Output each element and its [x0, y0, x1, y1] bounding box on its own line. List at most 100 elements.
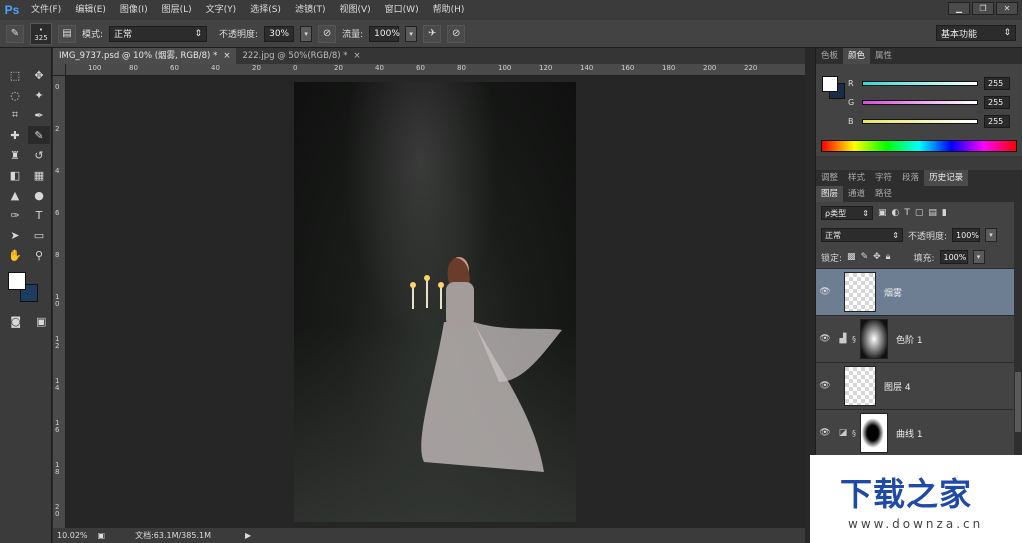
eye-icon[interactable]: 👁︎ [816, 287, 834, 297]
layer-curves[interactable]: 👁︎ ◪ § 曲线 1 [816, 409, 1022, 456]
layer-4[interactable]: 👁︎ 图层 4 [816, 362, 1022, 409]
lock-position-icon[interactable]: ✥ [873, 252, 881, 262]
menu-select[interactable]: 选择(S) [243, 0, 288, 20]
panel-foreground-color[interactable] [822, 76, 838, 92]
link-icon[interactable]: § [852, 429, 860, 438]
healing-brush-icon[interactable]: ✚ [4, 126, 26, 144]
minimize-button[interactable]: ▁ [948, 2, 970, 15]
workspace-select[interactable]: 基本功能 ⇕ [936, 25, 1016, 41]
blend-mode-select[interactable]: 正常 ⇕ [821, 228, 903, 242]
move-tool-icon[interactable]: ✥ [28, 66, 50, 84]
red-track[interactable] [862, 80, 978, 86]
slider-green[interactable]: G 255 [848, 95, 1018, 109]
opacity-field[interactable]: 30% [264, 25, 295, 42]
brush-preset-picker[interactable]: • 325 [30, 22, 52, 45]
status-toggle-icon[interactable]: ▣ [98, 531, 106, 540]
zoom-tool-icon[interactable]: ⚲ [28, 246, 50, 264]
doc-tab-222[interactable]: 222.jpg @ 50%(RGB/8) * × [236, 48, 367, 64]
mode-select[interactable]: 正常 ⇕ [109, 25, 208, 42]
tab-layers[interactable]: 图层 [816, 186, 844, 202]
magic-wand-icon[interactable]: ✦ [28, 86, 50, 104]
foreground-color[interactable] [8, 272, 26, 290]
screen-mode-icon[interactable]: ▣ [32, 312, 52, 330]
close-icon[interactable]: × [354, 48, 361, 64]
eraser-icon[interactable]: ◧ [4, 166, 26, 184]
slider-red[interactable]: R 255 [848, 76, 1018, 90]
path-select-icon[interactable]: ➤ [4, 226, 26, 244]
tab-character[interactable]: 字符 [870, 170, 897, 186]
tab-adjustments[interactable]: 调整 [816, 170, 843, 186]
eye-icon[interactable]: 👁︎ [816, 381, 834, 391]
crop-tool-icon[interactable]: ⌗ [4, 106, 26, 124]
tab-channels[interactable]: 通道 [843, 186, 870, 202]
green-value[interactable]: 255 [984, 95, 1010, 109]
rectangle-tool-icon[interactable]: ▭ [28, 226, 50, 244]
tab-paragraph[interactable]: 段落 [897, 170, 924, 186]
menu-file[interactable]: 文件(F) [24, 0, 68, 20]
close-button[interactable]: ✕ [996, 2, 1018, 15]
menu-type[interactable]: 文字(Y) [199, 0, 244, 20]
lock-transparent-icon[interactable]: ▩ [847, 252, 856, 262]
zoom-level[interactable]: 10.02% [57, 531, 88, 540]
type-filter-icon[interactable]: T [904, 208, 910, 218]
history-brush-icon[interactable]: ↺ [28, 146, 50, 164]
layers-scroll-thumb[interactable] [1015, 372, 1021, 432]
pressure-size-icon[interactable]: ⊘ [447, 24, 466, 43]
canvas-area[interactable] [66, 76, 805, 528]
opacity-dropdown-icon[interactable]: ▾ [300, 25, 313, 42]
eye-icon[interactable]: 👁︎ [816, 334, 834, 344]
type-tool-icon[interactable]: T [28, 206, 50, 224]
status-menu-arrow-icon[interactable]: ▶ [245, 531, 251, 540]
tab-styles[interactable]: 样式 [843, 170, 870, 186]
lock-pixels-icon[interactable]: ✎ [861, 252, 869, 262]
tab-properties[interactable]: 属性 [870, 48, 897, 64]
brush-panel-icon[interactable]: ▤ [58, 24, 76, 43]
gradient-icon[interactable]: ▦ [28, 166, 50, 184]
document-image[interactable] [294, 82, 576, 522]
restore-button[interactable]: ❐ [972, 2, 994, 15]
blur-tool-icon[interactable]: ▲ [4, 186, 26, 204]
menu-help[interactable]: 帮助(H) [426, 0, 472, 20]
lock-all-icon[interactable]: 🔒︎ [886, 252, 891, 262]
dodge-tool-icon[interactable]: ● [28, 186, 50, 204]
pen-tool-icon[interactable]: ✑ [4, 206, 26, 224]
tab-paths[interactable]: 路径 [870, 186, 897, 202]
menu-window[interactable]: 窗口(W) [378, 0, 426, 20]
layer-levels[interactable]: 👁︎ ▟ § 色阶 1 [816, 315, 1022, 362]
fill-field[interactable]: 100% [939, 250, 968, 264]
adjustment-filter-icon[interactable]: ◐ [892, 208, 900, 218]
kind-filter-select[interactable]: ρ类型 ⇕ [821, 206, 873, 220]
menu-edit[interactable]: 编辑(E) [68, 0, 113, 20]
layer-opacity-field[interactable]: 100% [952, 228, 981, 242]
link-icon[interactable]: § [852, 335, 860, 344]
green-track[interactable] [862, 99, 978, 105]
airbrush-icon[interactable]: ✈ [423, 24, 442, 43]
menu-layer[interactable]: 图层(L) [155, 0, 199, 20]
color-swatches[interactable] [6, 270, 46, 306]
menu-filter[interactable]: 滤镜(T) [288, 0, 333, 20]
pressure-opacity-icon[interactable]: ⊘ [318, 24, 337, 43]
tab-swatches[interactable]: 色板 [816, 48, 843, 64]
filter-toggle-icon[interactable]: ▮ [942, 208, 947, 218]
fill-dropdown-icon[interactable]: ▾ [972, 250, 985, 264]
clone-stamp-icon[interactable]: ♜ [4, 146, 26, 164]
marquee-tool-icon[interactable]: ⬚ [4, 66, 26, 84]
layer-smoke[interactable]: 👁︎ 烟雾 [816, 268, 1022, 315]
smart-filter-icon[interactable]: ▤ [928, 208, 937, 218]
slider-blue[interactable]: B 255 [848, 114, 1018, 128]
pixel-filter-icon[interactable]: ▣ [878, 208, 887, 218]
flow-dropdown-icon[interactable]: ▾ [405, 25, 418, 42]
menu-view[interactable]: 视图(V) [332, 0, 377, 20]
hand-tool-icon[interactable]: ✋ [4, 246, 26, 264]
red-value[interactable]: 255 [984, 76, 1010, 90]
quick-mask-icon[interactable]: ◙ [6, 312, 26, 330]
menu-image[interactable]: 图像(I) [113, 0, 155, 20]
tab-history[interactable]: 历史记录 [924, 170, 969, 186]
layer-opacity-dropdown-icon[interactable]: ▾ [985, 228, 998, 242]
color-spectrum[interactable] [821, 140, 1017, 152]
shape-filter-icon[interactable]: ▢ [915, 208, 924, 218]
brush-tool-icon[interactable]: ✎ [6, 24, 24, 43]
flow-field[interactable]: 100% [369, 25, 400, 42]
lasso-tool-icon[interactable]: ◌ [4, 86, 26, 104]
tab-color[interactable]: 颜色 [843, 48, 871, 64]
